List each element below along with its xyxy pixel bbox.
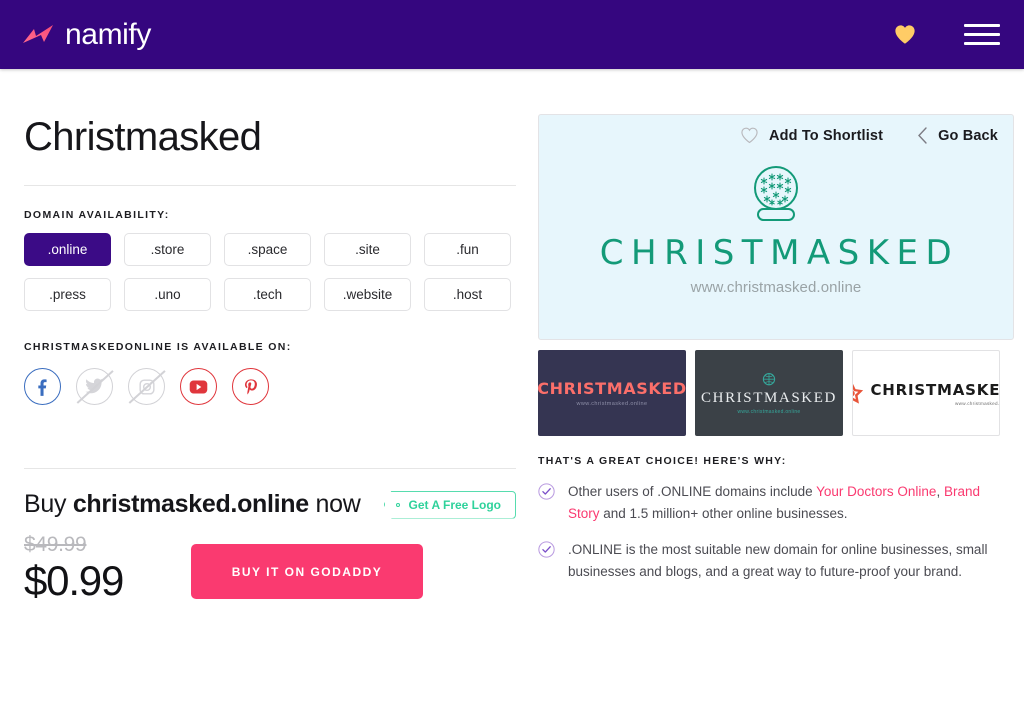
hamburger-bar [964,33,1000,36]
current-price: $0.99 [24,557,124,604]
go-back-button[interactable]: Go Back [917,127,998,144]
logo-preview-card[interactable]: CHRISTMASKED www.christmasked.online [538,114,1014,340]
thumbnail-url: www.christmasked.online [576,401,648,407]
why-text-part: Other users of .ONLINE domains include [568,484,817,499]
go-back-label: Go Back [938,127,998,144]
app-header: namify [0,0,1024,69]
original-price: $49.99 [24,533,87,556]
domain-extension-list: .online .store .space .site .fun .press .uno .t… [24,233,516,311]
domain-extension-chip[interactable]: .site [324,233,411,266]
domain-extension-chip[interactable]: .store [124,233,211,266]
title-divider [24,185,516,186]
domain-extension-chip[interactable]: .website [324,278,411,311]
domain-extension-chip[interactable]: .press [24,278,111,311]
heart-outline-icon [741,127,758,144]
brand-name: namify [65,17,151,51]
get-free-logo-label: Get A Free Logo [408,497,501,512]
social-instagram[interactable] [128,368,165,405]
social-availability-list [24,368,516,405]
heart-filled-icon[interactable] [894,24,916,45]
why-section-label: THAT'S A GREAT CHOICE! HERE'S WHY: [538,455,787,467]
thumbnail-wordmark: CHRISTMASKED [701,389,837,406]
thumbnail-url: www.christmasked.online [955,400,1000,406]
page-title: Christmasked [24,115,262,159]
page-actions: Add To Shortlist Go Back [740,127,998,144]
price-row: $49.99 $0.99 BUY IT ON GODADDY [24,533,516,603]
hamburger-bar [964,42,1000,45]
buy-section-divider [24,468,516,469]
hamburger-menu-icon[interactable] [964,24,1000,45]
add-to-shortlist-label: Add To Shortlist [769,127,884,144]
buy-on-godaddy-button[interactable]: BUY IT ON GODADDY [191,544,423,600]
check-circle-icon [538,541,555,558]
why-text-part: and 1.5 million+ other online businesses… [599,505,848,521]
logo-thumbnail-list: CHRISTMASKED www.christmasked.online CHR… [538,350,1001,436]
why-text-part: , [936,484,944,499]
buy-heading-row: Buy christmasked.online now Get A Free L… [24,490,516,519]
social-availability-label: CHRISTMASKEDONLINE IS AVAILABLE ON: [24,341,292,353]
why-item-text: .ONLINE is the most suitable new domain … [568,539,1000,583]
domain-availability-label: DOMAIN AVAILABILITY: [24,209,170,221]
instagram-icon [138,378,155,395]
left-column: Christmasked DOMAIN AVAILABILITY: .onlin… [24,69,516,603]
page-body: Christmasked DOMAIN AVAILABILITY: .onlin… [0,69,1024,603]
add-to-shortlist-button[interactable]: Add To Shortlist [740,127,883,144]
star-icon [852,384,863,404]
why-list-item: .ONLINE is the most suitable new domain … [538,539,1000,583]
domain-extension-chip[interactable]: .tech [224,278,311,311]
buy-domain: christmasked.online [72,490,309,518]
social-twitter[interactable] [76,368,113,405]
price-tag-icon [395,502,400,507]
buy-suffix: now [308,490,361,518]
domain-extension-chip[interactable]: .fun [424,233,511,266]
twitter-icon [85,378,104,394]
chevron-left-icon [918,127,927,144]
thumbnail-url: www.christmasked.online [737,408,801,415]
hamburger-bar [964,24,1000,27]
social-youtube[interactable] [180,368,217,405]
buy-heading: Buy christmasked.online now [24,490,361,519]
domain-extension-chip[interactable]: .online [24,233,111,266]
logo-thumbnail[interactable]: CHRISTMASKED www.christmasked.online [694,350,843,436]
domain-extension-chip[interactable]: .uno [124,278,211,311]
logo-thumbnail[interactable]: CHRISTMASKED www.christmasked.online [851,350,1001,436]
logo-url: www.christmasked.online [690,278,862,296]
why-item-text: Other users of .ONLINE domains include Y… [568,481,1000,525]
youtube-icon [189,380,208,393]
lightning-wave-logo-icon [23,24,53,43]
thumbnail-wordmark: CHRISTMASKED [538,379,686,398]
brand-logo[interactable]: namify [22,18,151,52]
buy-prefix: Buy [24,490,73,518]
globe-emblem-icon [762,372,776,385]
social-facebook[interactable] [24,368,61,405]
right-column: CHRISTMASKED www.christmasked.online CHR… [516,69,1014,603]
domain-extension-chip[interactable]: .space [224,233,311,266]
social-pinterest[interactable] [232,368,269,405]
domain-extension-chip[interactable]: .host [424,278,511,311]
pinterest-icon [244,378,257,394]
snow-globe-icon [754,165,798,221]
why-list-item: Other users of .ONLINE domains include Y… [538,481,1000,525]
facebook-icon [38,379,47,396]
thumbnail-wordmark: CHRISTMASKED [870,380,1001,399]
logo-thumbnail[interactable]: CHRISTMASKED www.christmasked.online [538,350,686,436]
link-your-doctors-online[interactable]: Your Doctors Online [816,484,936,499]
why-text-part: .ONLINE is the most suitable new domain … [568,541,988,579]
check-circle-icon [538,483,555,500]
logo-wordmark: CHRISTMASKED [599,232,960,273]
get-free-logo-button[interactable]: Get A Free Logo [383,490,516,519]
